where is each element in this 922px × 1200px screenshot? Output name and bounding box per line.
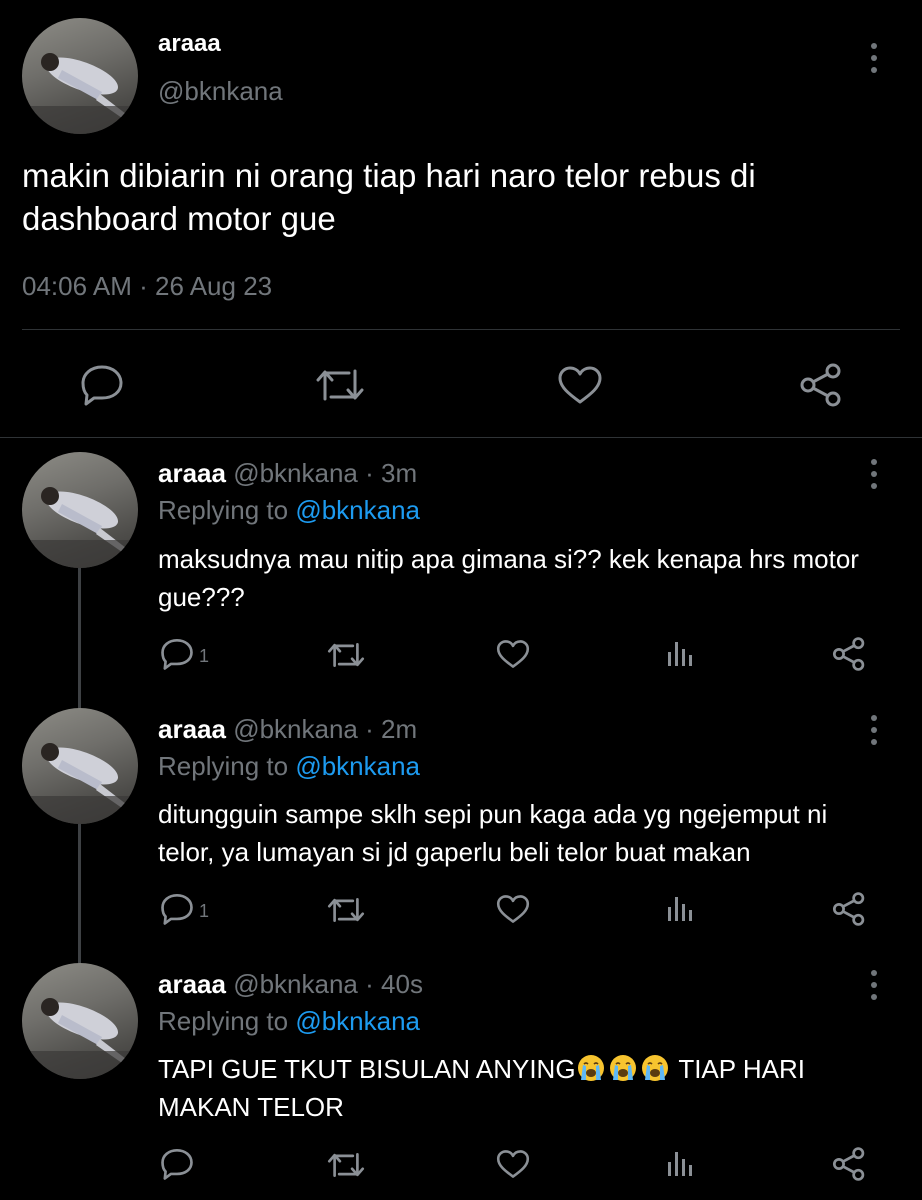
display-name[interactable]: araaa (158, 30, 221, 58)
reply-icon[interactable] (160, 1148, 194, 1180)
replying-to: Replying to @bknkana (158, 751, 420, 782)
reply-header: araaa @bknkana · 40s (158, 969, 423, 1000)
display-name[interactable]: araaa (158, 969, 226, 999)
replying-to-label: Replying to (158, 751, 289, 781)
replying-to: Replying to @bknkana (158, 1006, 420, 1037)
replying-to-label: Replying to (158, 1006, 289, 1036)
time-separator: · (365, 714, 374, 744)
reply-count: 1 (199, 646, 210, 666)
retweet-icon[interactable] (315, 367, 365, 403)
reply-time[interactable]: 3m (381, 458, 417, 488)
display-name[interactable]: araaa (158, 458, 226, 488)
tweet-date: 26 Aug 23 (155, 271, 273, 301)
replying-to-label: Replying to (158, 495, 289, 525)
analytics-icon[interactable] (666, 1148, 696, 1178)
reply-icon[interactable] (80, 364, 124, 406)
replying-to-handle[interactable]: @bknkana (295, 751, 420, 781)
retweet-icon[interactable] (327, 896, 365, 924)
more-options-icon[interactable] (871, 715, 877, 751)
tweet-time: 04:06 AM (22, 271, 132, 301)
reply-text: maksudnya mau nitip apa gimana si?? kek … (158, 544, 859, 612)
more-options-icon[interactable] (871, 970, 877, 1006)
loudly-crying-face-emoji (609, 1055, 636, 1081)
share-icon[interactable] (799, 363, 843, 407)
user-handle[interactable]: @bknkana (158, 76, 283, 107)
share-icon[interactable] (832, 892, 866, 926)
reply-count: 1 (199, 901, 210, 921)
reply-text-start: TAPI GUE TKUT BISULAN ANYING (158, 1054, 576, 1084)
analytics-icon[interactable] (666, 893, 696, 923)
replying-to: Replying to @bknkana (158, 495, 420, 526)
thread-line (78, 568, 81, 710)
avatar[interactable] (22, 963, 138, 1079)
analytics-icon[interactable] (666, 638, 696, 668)
avatar[interactable] (22, 18, 138, 134)
emoji-group (576, 1054, 672, 1084)
like-icon[interactable] (496, 1149, 530, 1179)
replying-to-handle[interactable]: @bknkana (295, 495, 420, 525)
avatar[interactable] (22, 708, 138, 824)
reply-time[interactable]: 2m (381, 714, 417, 744)
avatar[interactable] (22, 452, 138, 568)
like-icon[interactable] (496, 639, 530, 669)
user-handle[interactable]: @bknkana (233, 458, 358, 488)
reply-icon[interactable] (160, 893, 194, 925)
loudly-crying-face-emoji (641, 1055, 668, 1081)
reply-time[interactable]: 40s (381, 969, 423, 999)
time-separator: · (365, 458, 374, 488)
reply-text: ditungguin sampe sklh sepi pun kaga ada … (158, 799, 828, 867)
tweet-timestamp: 04:06 AM · 26 Aug 23 (22, 271, 272, 302)
reply-icon[interactable] (160, 638, 194, 670)
divider (0, 437, 922, 438)
loudly-crying-face-emoji (577, 1055, 604, 1081)
display-name[interactable]: araaa (158, 714, 226, 744)
more-options-icon[interactable] (871, 43, 877, 79)
retweet-icon[interactable] (327, 641, 365, 669)
date-separator: · (139, 271, 148, 301)
like-icon[interactable] (496, 894, 530, 924)
tweet-text: makin dibiarin ni orang tiap hari naro t… (22, 157, 756, 237)
share-icon[interactable] (832, 637, 866, 671)
user-handle[interactable]: @bknkana (233, 969, 358, 999)
more-options-icon[interactable] (871, 459, 877, 495)
reply-header: araaa @bknkana · 2m (158, 714, 417, 745)
reply-text: TAPI GUE TKUT BISULAN ANYING TIAP HARI M… (158, 1050, 878, 1126)
retweet-icon[interactable] (327, 1151, 365, 1179)
thread-line (78, 824, 81, 964)
time-separator: · (365, 969, 374, 999)
replying-to-handle[interactable]: @bknkana (295, 1006, 420, 1036)
share-icon[interactable] (832, 1147, 866, 1181)
reply-header: araaa @bknkana · 3m (158, 458, 417, 489)
like-icon[interactable] (557, 365, 603, 405)
divider (22, 329, 900, 330)
user-handle[interactable]: @bknkana (233, 714, 358, 744)
